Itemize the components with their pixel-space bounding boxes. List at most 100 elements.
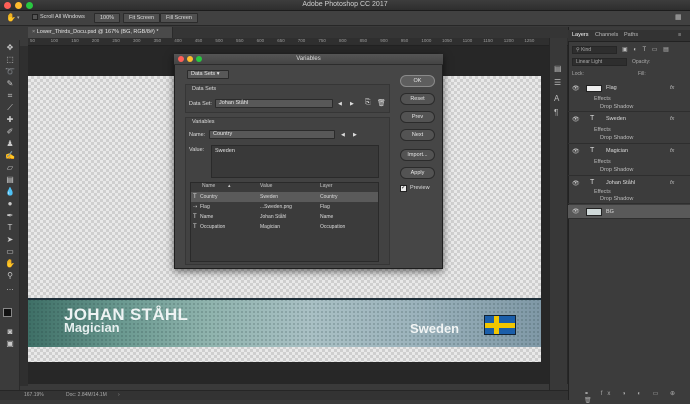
document-tab[interactable]: × Lower_Thirds_Docu.psd @ 167% (BG, RGB/… (28, 27, 173, 38)
layer-filter-icons[interactable]: ▣ ◐ T ▭ ▤ (622, 46, 671, 53)
visibility-eye-icon[interactable]: 👁 (572, 85, 580, 92)
tab-channels[interactable]: Channels (595, 32, 618, 38)
row-name: Country (200, 194, 218, 200)
more-tools-icon[interactable]: … (3, 282, 17, 293)
pen-tool-icon[interactable]: ✒ (3, 210, 17, 221)
move-tool-icon[interactable]: ✥ (3, 42, 17, 53)
row-layer: Country (320, 194, 338, 200)
table-row[interactable]: ⇢ Flag ...Sweden.png Flag (191, 202, 378, 212)
layer-magician[interactable]: 👁 T Magician fx Effects Drop Shadow (568, 145, 690, 176)
dataset-select-value: Johan Ståhl (219, 100, 249, 106)
visibility-eye-icon[interactable]: 👁 (572, 180, 580, 187)
layer-filter-kind[interactable]: ⚲ Kind (572, 46, 617, 54)
layer-bg[interactable]: 👁 BG (568, 205, 690, 219)
mode-select[interactable]: Data Sets ▾ (187, 70, 229, 79)
screen-mode-icon[interactable]: ▣ (3, 338, 17, 349)
eraser-tool-icon[interactable]: ▱ (3, 162, 17, 173)
layer-flag[interactable]: 👁 Flag fx Effects Drop Shadow (568, 82, 690, 112)
type-tool-icon[interactable]: T (3, 222, 17, 233)
sort-arrow-icon[interactable]: ▴ (228, 183, 231, 189)
layer-effect-item[interactable]: Drop Shadow (600, 167, 633, 173)
foreground-color-swatch[interactable] (3, 308, 12, 317)
column-header-value[interactable]: Value (260, 183, 272, 189)
panel-menu-icon[interactable]: ≡ (678, 32, 681, 38)
hand-tool-icon[interactable]: ✋ (3, 258, 17, 269)
next-button[interactable]: Next (400, 129, 435, 141)
layer-johan-stahl[interactable]: 👁 T Johan Ståhl fx Effects Drop Shadow (568, 177, 690, 204)
previous-variable-icon[interactable]: ◀ (341, 132, 345, 138)
table-row[interactable]: T Occupation Magician Occupation (191, 222, 378, 232)
dialog-close-button[interactable] (178, 56, 184, 62)
reset-button[interactable]: Reset (400, 93, 435, 105)
properties-panel-icon[interactable]: ☰ (554, 78, 561, 87)
blur-tool-icon[interactable]: 💧 (3, 186, 17, 197)
quick-select-tool-icon[interactable]: ✎ (3, 78, 17, 89)
ruler-tick-label: 300 (133, 38, 141, 43)
tool-preset-chevron-icon[interactable]: ▾ (17, 15, 20, 21)
status-menu-chevron-icon[interactable]: › (118, 391, 120, 400)
marquee-tool-icon[interactable]: ⬚ (3, 54, 17, 65)
dialog-zoom-button[interactable] (196, 56, 202, 62)
workspace-icon[interactable]: ▦ (675, 13, 682, 21)
blend-mode-select[interactable]: Linear Light (572, 58, 627, 66)
preview-checkbox[interactable]: ✓ (400, 185, 407, 192)
layer-effect-item[interactable]: Drop Shadow (600, 196, 633, 202)
row-name: Flag (200, 204, 210, 210)
variables-group-title: Variables (192, 119, 215, 125)
fill-screen-button[interactable]: Fill Screen (160, 13, 198, 23)
visibility-eye-icon[interactable]: 👁 (572, 116, 580, 123)
column-header-name[interactable]: Name (202, 183, 215, 189)
prev-button[interactable]: Prev (400, 111, 435, 123)
layer-sweden[interactable]: 👁 T Sweden fx Effects Drop Shadow (568, 113, 690, 144)
eyedropper-tool-icon[interactable]: ⟋ (3, 102, 17, 113)
brush-tool-icon[interactable]: ✐ (3, 126, 17, 137)
scroll-all-windows-checkbox[interactable] (32, 14, 38, 20)
shape-tool-icon[interactable]: ▭ (3, 246, 17, 257)
status-zoom[interactable]: 167.19% (24, 391, 44, 400)
fx-icon[interactable]: fx (670, 116, 674, 122)
dodge-tool-icon[interactable]: ● (3, 198, 17, 209)
fx-icon[interactable]: fx (670, 148, 674, 154)
next-variable-icon[interactable]: ▶ (353, 132, 357, 138)
tab-paths[interactable]: Paths (624, 32, 638, 38)
gradient-tool-icon[interactable]: ▤ (3, 174, 17, 185)
visibility-eye-icon[interactable]: 👁 (572, 148, 580, 155)
paragraph-panel-icon[interactable]: ¶ (554, 108, 558, 117)
lower-third-country: Sweden (410, 321, 460, 336)
dataset-select[interactable]: Johan Ståhl (215, 99, 333, 108)
tab-layers[interactable]: Layers (572, 32, 589, 38)
healing-tool-icon[interactable]: ✚ (3, 114, 17, 125)
delete-dataset-icon[interactable]: 🗑 (377, 99, 386, 107)
panel-tabs: Layers Channels Paths ≡ (568, 30, 690, 42)
value-textarea[interactable]: Sweden (211, 145, 379, 178)
fit-screen-button[interactable]: Fit Screen (123, 13, 161, 23)
crop-tool-icon[interactable]: ⌗ (3, 90, 17, 101)
quick-mask-icon[interactable]: ◙ (3, 326, 17, 337)
character-panel-icon[interactable]: A (554, 94, 559, 103)
visibility-eye-icon[interactable]: 👁 (572, 208, 580, 215)
ok-button[interactable]: OK (400, 75, 435, 87)
zoom-100-button[interactable]: 100% (94, 13, 121, 23)
layer-effect-item[interactable]: Drop Shadow (600, 104, 633, 110)
fx-icon[interactable]: fx (670, 85, 674, 91)
save-dataset-icon[interactable]: ⎘ (365, 99, 371, 107)
zoom-tool-icon[interactable]: ⚲ (3, 270, 17, 281)
apply-button[interactable]: Apply (400, 167, 435, 179)
previous-dataset-icon[interactable]: ◀ (338, 101, 342, 107)
layer-actions-icons[interactable]: ⚭ fx ◑ ◐ ▭ ⊕ 🗑 (584, 390, 690, 404)
import-button[interactable]: Import... (400, 149, 435, 161)
history-panel-icon[interactable]: ▤ (554, 64, 562, 73)
lasso-tool-icon[interactable]: ➰ (3, 66, 17, 77)
dialog-minimize-button[interactable] (187, 56, 193, 62)
path-select-tool-icon[interactable]: ➤ (3, 234, 17, 245)
hand-tool-icon[interactable]: ✋ (6, 13, 16, 22)
fx-icon[interactable]: fx (670, 180, 674, 186)
history-brush-tool-icon[interactable]: ✍ (3, 150, 17, 161)
clone-stamp-tool-icon[interactable]: ♟ (3, 138, 17, 149)
column-header-layer[interactable]: Layer (320, 183, 333, 189)
variable-name-select[interactable]: Country (209, 130, 335, 139)
next-dataset-icon[interactable]: ▶ (350, 101, 354, 107)
layer-effect-item[interactable]: Drop Shadow (600, 135, 633, 141)
table-row[interactable]: T Name Johan Ståhl Name (191, 212, 378, 222)
table-row[interactable]: T Country Sweden Country (191, 192, 378, 202)
